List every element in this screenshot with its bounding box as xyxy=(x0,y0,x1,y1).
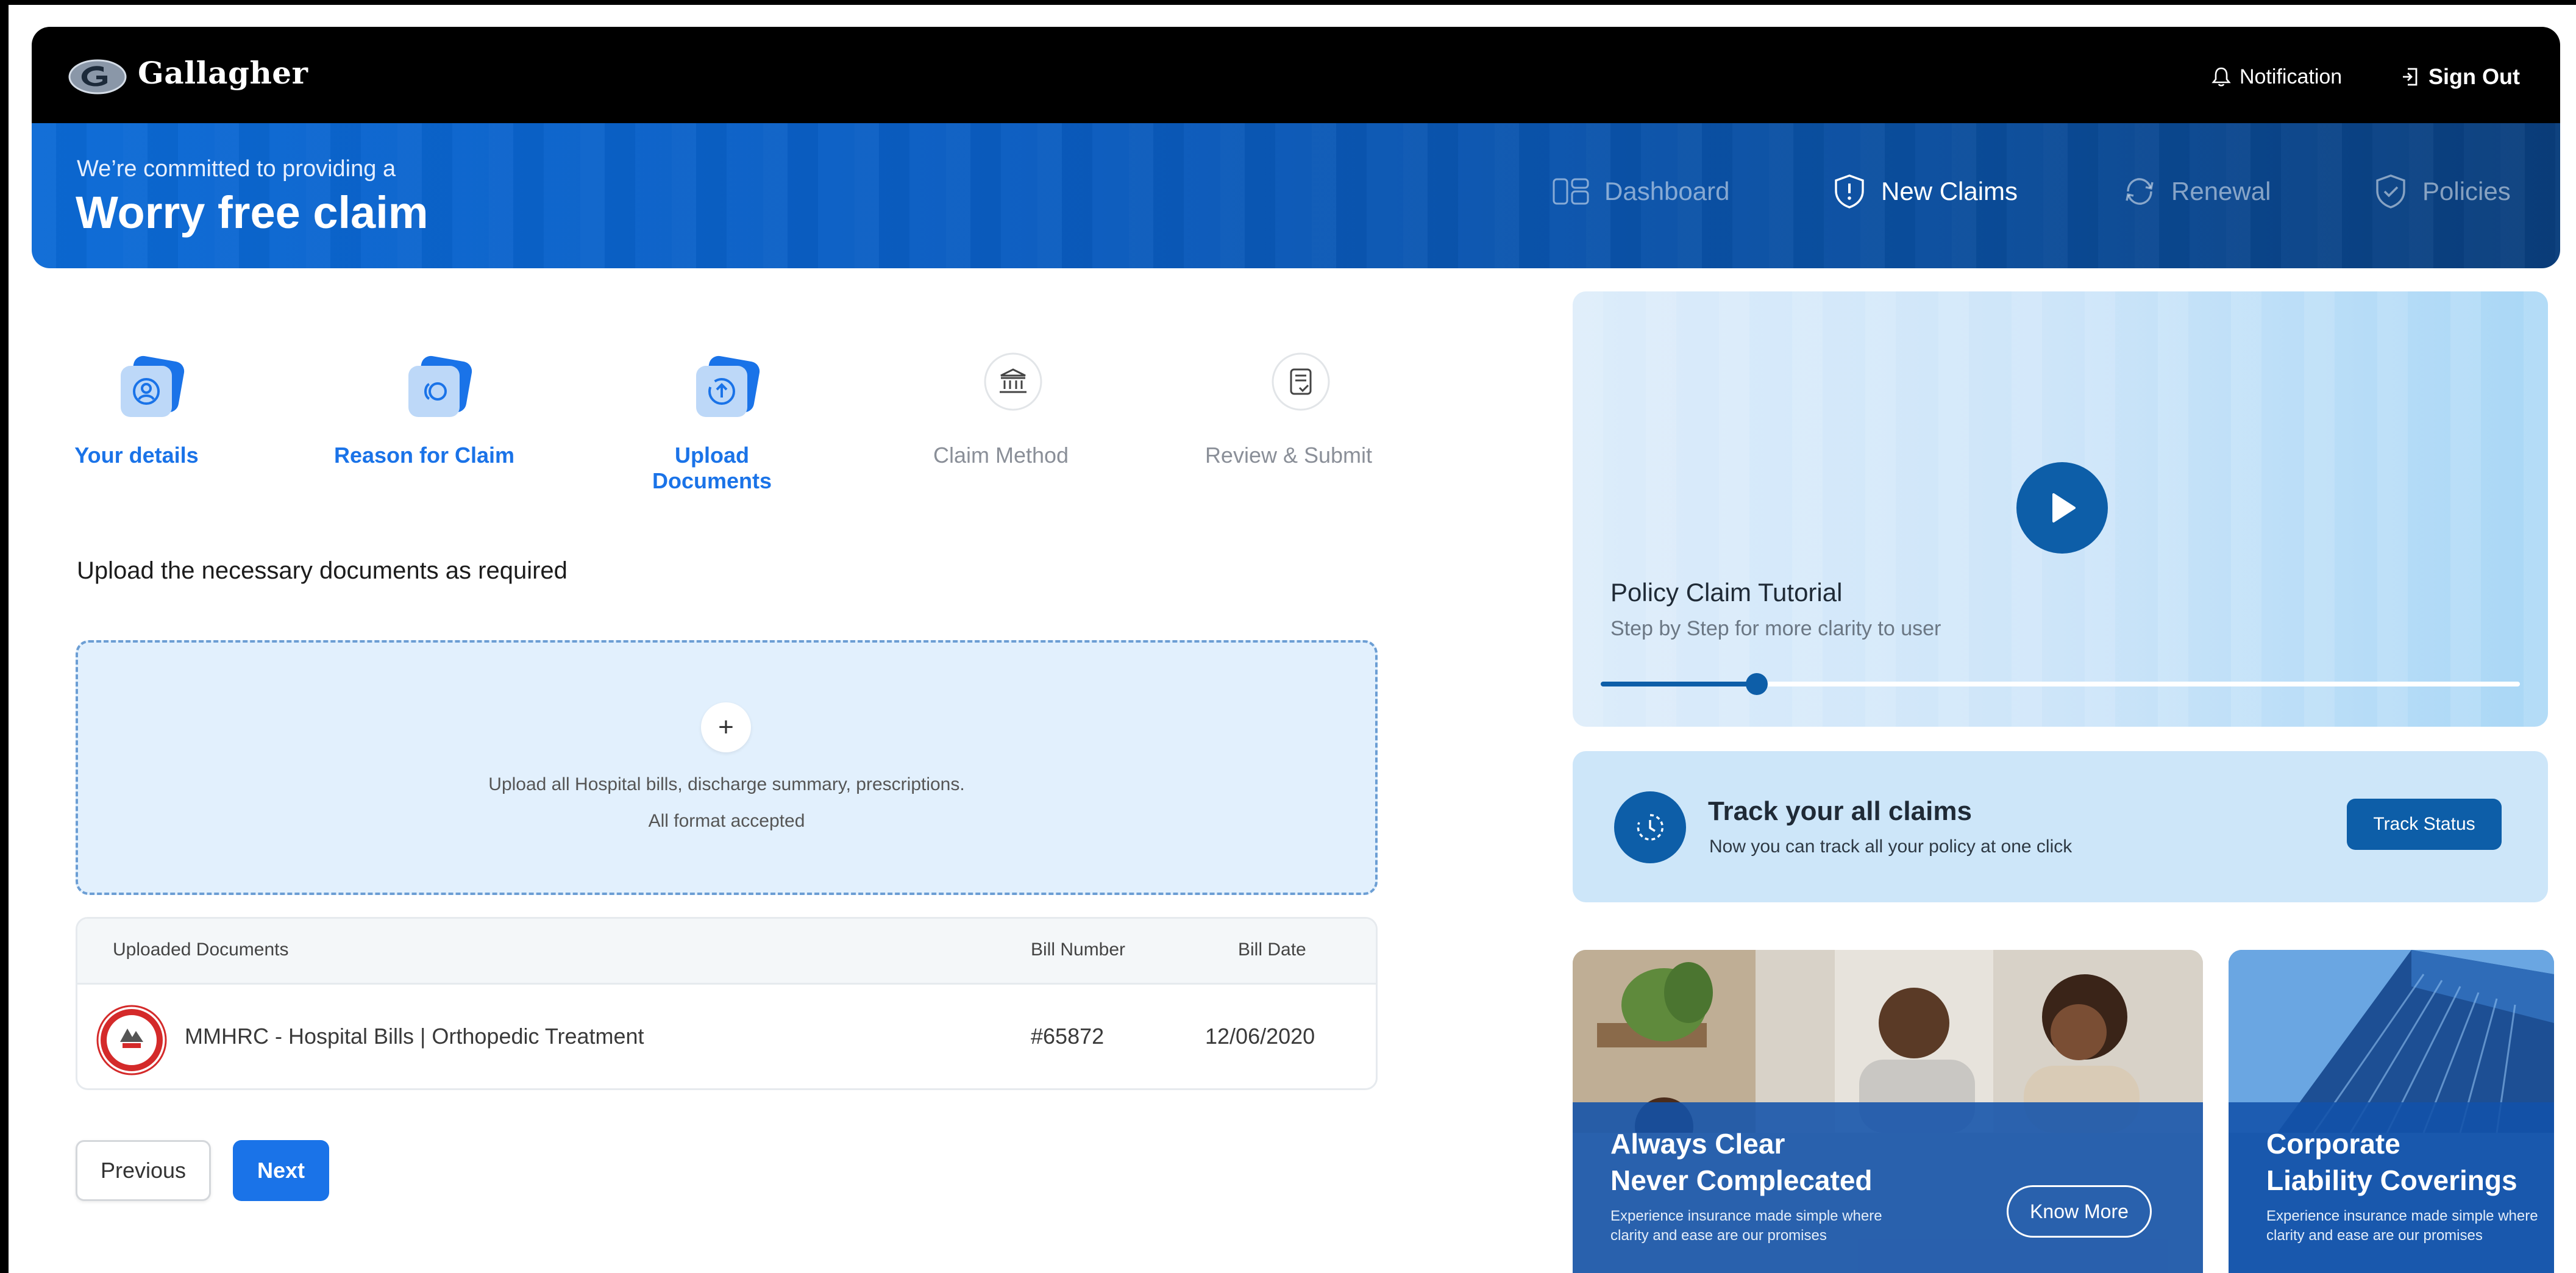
upload-icon xyxy=(696,355,760,417)
promo-title-line1: Always Clear xyxy=(1610,1128,1785,1160)
reason-icon xyxy=(408,355,472,417)
promo-title-line2: Never Complecated xyxy=(1610,1164,1873,1196)
previous-button[interactable]: Previous xyxy=(76,1140,211,1201)
track-claims-title: Track your all claims xyxy=(1708,796,1972,826)
add-file-button[interactable]: + xyxy=(701,702,751,752)
dashboard-icon xyxy=(1553,178,1589,205)
column-header-bill-number: Bill Number xyxy=(1031,940,1126,960)
play-button[interactable] xyxy=(2016,462,2108,554)
step-review-submit[interactable]: Review & Submit xyxy=(1197,348,1380,488)
step-label: Your details xyxy=(74,443,199,468)
shield-check-icon xyxy=(2376,174,2405,209)
bell-icon xyxy=(2211,67,2231,87)
bill-date: 12/06/2020 xyxy=(1205,1024,1315,1049)
nav-renewal-label: Renewal xyxy=(2171,177,2271,205)
promo-title-line1: Corporate xyxy=(2266,1128,2400,1160)
step-label: Review & Submit xyxy=(1204,443,1373,468)
step-upload-documents[interactable]: Upload Documents xyxy=(621,348,803,493)
checklist-icon xyxy=(1272,352,1330,411)
upload-heading: Upload the necessary documents as requir… xyxy=(77,557,568,584)
dropzone-format-note: All format accepted xyxy=(648,811,805,831)
column-header-documents: Uploaded Documents xyxy=(113,940,289,960)
video-progress-handle[interactable] xyxy=(1746,673,1768,695)
track-claims-subtitle: Now you can track all your policy at one… xyxy=(1709,836,2073,857)
video-progress-fill xyxy=(1601,682,1757,686)
user-icon xyxy=(121,355,185,417)
gallagher-logo-icon xyxy=(68,59,127,94)
nav-new-claims[interactable]: New Claims xyxy=(1832,172,2018,211)
sign-out-icon xyxy=(2403,68,2418,86)
next-button[interactable]: Next xyxy=(233,1140,329,1201)
hero-title: Worry free claim xyxy=(76,187,429,238)
nav-policies[interactable]: Policies xyxy=(2374,172,2511,211)
step-reason-for-claim[interactable]: Reason for Claim xyxy=(333,348,516,488)
promo-text-line1: Experience insurance made simple where xyxy=(2266,1208,2538,1224)
promo-title-line2: Liability Coverings xyxy=(2266,1164,2517,1196)
step-label: Reason for Claim xyxy=(333,443,515,468)
top-navigation-bar xyxy=(32,27,2560,124)
nav-dashboard-label: Dashboard xyxy=(1604,177,1730,205)
know-more-button[interactable]: Know More xyxy=(2007,1185,2152,1238)
track-status-button[interactable]: Track Status xyxy=(2347,799,2502,850)
hospital-logo-icon xyxy=(96,1005,167,1075)
promo-text-line1: Experience insurance made simple where xyxy=(1610,1208,1882,1224)
tutorial-subtitle: Step by Step for more clarity to user xyxy=(1610,617,1941,640)
promo-text-line2: clarity and ease are our promises xyxy=(2266,1227,2483,1244)
play-icon xyxy=(2052,493,2076,522)
uploaded-documents-table: Uploaded Documents Bill Number Bill Date… xyxy=(76,917,1378,1090)
step-your-details[interactable]: Your details xyxy=(45,348,228,488)
shield-alert-icon xyxy=(1835,174,1864,209)
step-label: Upload Documents xyxy=(652,443,772,493)
bill-number: #65872 xyxy=(1031,1024,1105,1049)
step-label: Claim Method xyxy=(933,443,1069,468)
tutorial-title: Policy Claim Tutorial xyxy=(1610,578,1843,607)
promo-card-corporate[interactable]: Corporate Liability Coverings Experience… xyxy=(2229,950,2554,1273)
bank-icon xyxy=(984,352,1042,411)
upload-dropzone[interactable] xyxy=(76,640,1378,895)
claim-tracker-icon xyxy=(1614,791,1686,863)
nav-renewal[interactable]: Renewal xyxy=(2122,172,2271,211)
nav-dashboard[interactable]: Dashboard xyxy=(1552,172,1729,211)
nav-policies-label: Policies xyxy=(2422,177,2511,205)
promo-text-line2: clarity and ease are our promises xyxy=(1610,1227,1827,1244)
notification-button[interactable]: Notification xyxy=(2211,59,2342,95)
sign-out-button[interactable]: Sign Out xyxy=(2400,59,2520,95)
nav-new-claims-label: New Claims xyxy=(1881,177,2018,205)
dropzone-instructions: Upload all Hospital bills, discharge sum… xyxy=(488,774,965,794)
window-frame-left xyxy=(0,0,9,1273)
window-frame-top xyxy=(0,0,2576,5)
step-claim-method[interactable]: Claim Method xyxy=(909,348,1092,488)
plus-icon: + xyxy=(718,712,734,742)
document-name: MMHRC - Hospital Bills | Orthopedic Trea… xyxy=(185,1024,644,1049)
promo-card-always-clear[interactable]: Always Clear Never Complecated Experienc… xyxy=(1573,950,2203,1273)
column-header-bill-date: Bill Date xyxy=(1238,940,1306,960)
sign-out-label: Sign Out xyxy=(2428,64,2520,89)
refresh-icon xyxy=(2126,178,2154,205)
hero-subtitle: We’re committed to providing a xyxy=(77,156,396,182)
brand-name: Gallagher xyxy=(138,55,308,91)
timer-icon xyxy=(1637,814,1663,841)
table-header: Uploaded Documents Bill Number Bill Date xyxy=(77,919,1376,985)
notification-label: Notification xyxy=(2240,65,2343,88)
